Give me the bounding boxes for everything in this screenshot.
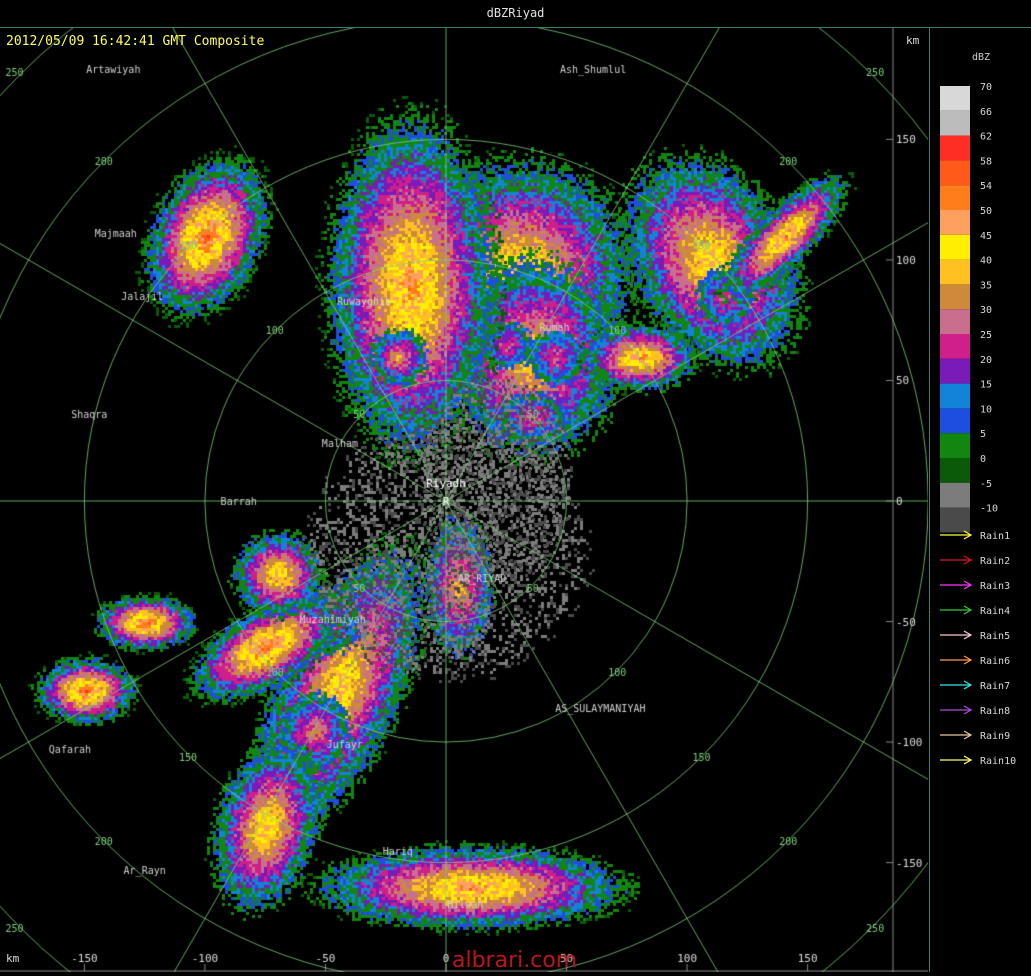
legend-swatch bbox=[940, 234, 970, 260]
legend-bin-label: 35 bbox=[980, 280, 992, 291]
legend-panel: dBZ 70 66 62 58 54 50 45 40 35 30 25 20 15 10 5 0 -5 -10 R… bbox=[929, 28, 1031, 972]
legend-swatch bbox=[940, 309, 970, 334]
legend-swatch bbox=[940, 482, 970, 508]
legend-svg: 706662585450454035302520151050-5-10Rain1… bbox=[940, 82, 1016, 767]
legend-bin-label: 20 bbox=[980, 355, 992, 366]
legend-bin-label: 50 bbox=[980, 206, 992, 217]
legend-bin-label: 45 bbox=[980, 231, 992, 242]
legend-bin-label: 66 bbox=[980, 107, 992, 118]
legend-swatch bbox=[940, 210, 970, 235]
legend-bin-label: 15 bbox=[980, 380, 992, 391]
legend-bin-label: 40 bbox=[980, 256, 992, 267]
legend-swatch bbox=[940, 86, 970, 111]
legend-title: dBZ bbox=[971, 52, 991, 63]
track-label: Rain4 bbox=[980, 606, 1010, 617]
track-label: Rain10 bbox=[980, 756, 1016, 767]
track-label: Rain2 bbox=[980, 556, 1010, 567]
scan-timestamp: 2012/05/09 16:42:41 GMT Composite bbox=[6, 34, 265, 49]
legend-swatch bbox=[940, 358, 970, 384]
legend-swatch bbox=[940, 135, 970, 161]
radar-map[interactable] bbox=[0, 28, 928, 972]
legend-swatch bbox=[940, 433, 970, 458]
legend-bin-label: 58 bbox=[980, 156, 992, 167]
legend-bin-label: -5 bbox=[980, 479, 992, 490]
watermark: albrari.com bbox=[452, 948, 578, 973]
track-label: Rain1 bbox=[980, 531, 1010, 542]
legend-swatch bbox=[940, 458, 970, 483]
legend-bin-label: -10 bbox=[980, 504, 998, 515]
legend-bin-label: 5 bbox=[980, 429, 986, 440]
legend-swatch bbox=[940, 284, 970, 310]
legend-swatch bbox=[940, 334, 970, 359]
track-label: Rain6 bbox=[980, 656, 1010, 667]
legend-swatch bbox=[940, 507, 970, 533]
legend-bin-label: 10 bbox=[980, 404, 992, 415]
track-label: Rain5 bbox=[980, 631, 1010, 642]
legend-bin-label: 70 bbox=[980, 82, 992, 93]
window-title: dBZRiyad bbox=[0, 0, 1031, 28]
legend-swatch bbox=[940, 408, 970, 434]
track-label: Rain3 bbox=[980, 581, 1010, 592]
track-label: Rain9 bbox=[980, 731, 1010, 742]
track-label: Rain8 bbox=[980, 706, 1010, 717]
legend-swatch bbox=[940, 160, 970, 186]
track-label: Rain7 bbox=[980, 681, 1010, 692]
units-bottom-label: km bbox=[6, 952, 20, 965]
legend-swatch bbox=[940, 259, 970, 285]
legend-bin-label: 54 bbox=[980, 181, 992, 192]
legend-swatch bbox=[940, 110, 970, 136]
legend-bin-label: 0 bbox=[980, 454, 986, 465]
legend-bin-label: 30 bbox=[980, 305, 992, 316]
units-top-label: km bbox=[906, 34, 920, 47]
legend-bin-label: 62 bbox=[980, 132, 992, 143]
legend-swatch bbox=[940, 383, 970, 409]
legend-bin-label: 25 bbox=[980, 330, 992, 341]
legend-swatch bbox=[940, 185, 970, 210]
